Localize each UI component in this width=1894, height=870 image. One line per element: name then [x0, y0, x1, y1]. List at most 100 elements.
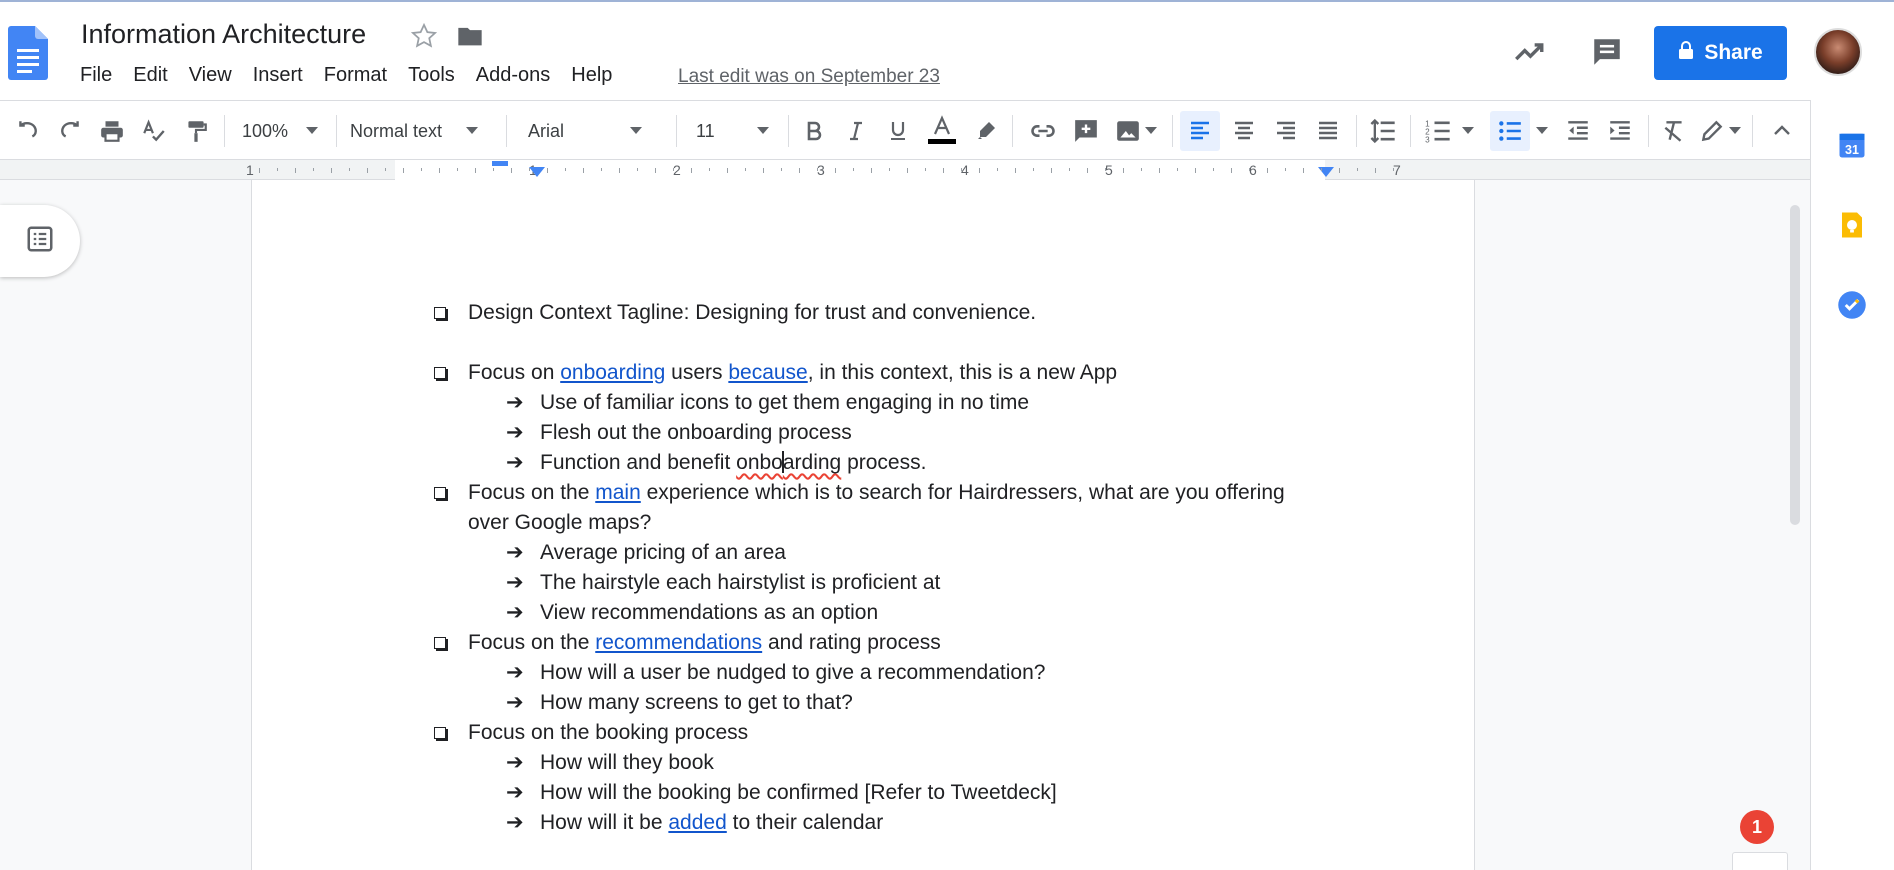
document-outline-button[interactable] — [0, 205, 80, 277]
list-item-text: Flesh out the onboarding process — [540, 421, 852, 444]
inline-link[interactable]: onboarding — [560, 361, 665, 384]
zoom-select[interactable]: 100% — [234, 101, 326, 161]
align-center-icon[interactable] — [1226, 101, 1262, 161]
document-page[interactable]: Design Context Tagline: Designing for tr… — [251, 180, 1475, 870]
ruler-tick — [1303, 168, 1304, 173]
ruler-tick — [1177, 168, 1178, 171]
ruler-tick — [1213, 168, 1214, 171]
ruler-tick — [871, 168, 872, 173]
list-item-text: over Google maps? — [468, 511, 652, 534]
bulleted-list-icon[interactable] — [1490, 111, 1530, 151]
font-select[interactable]: Arial — [528, 101, 666, 161]
bold-icon[interactable] — [796, 101, 832, 161]
highlight-color-icon[interactable] — [968, 101, 1004, 161]
spellcheck-icon[interactable] — [136, 101, 172, 161]
print-icon[interactable] — [94, 101, 130, 161]
menu-help[interactable]: Help — [571, 64, 612, 87]
menu-file[interactable]: File — [80, 64, 112, 87]
align-justify-icon[interactable] — [1310, 101, 1346, 161]
align-right-icon[interactable] — [1268, 101, 1304, 161]
ruler-number: 1 — [246, 162, 254, 178]
underline-icon[interactable] — [880, 101, 916, 161]
menu-edit[interactable]: Edit — [133, 64, 167, 87]
undo-icon[interactable] — [10, 101, 46, 161]
numbered-list-icon[interactable]: 123 — [1420, 101, 1478, 161]
ruler[interactable]: 1 1 2 3 4 5 6 7 — [0, 160, 1810, 180]
redo-icon[interactable] — [52, 101, 88, 161]
calendar-icon[interactable]: 31 — [1837, 130, 1867, 160]
editing-mode-icon[interactable] — [1694, 101, 1746, 161]
menu-add-ons[interactable]: Add-ons — [476, 64, 551, 87]
ruler-tick — [925, 168, 926, 171]
toolbar-divider — [788, 115, 789, 147]
ruler-tick — [619, 168, 620, 173]
title-icons — [410, 22, 484, 55]
star-icon[interactable] — [410, 22, 438, 55]
ruler-tick — [1051, 168, 1052, 173]
ruler-tick — [997, 168, 998, 171]
link-icon[interactable] — [1024, 101, 1062, 161]
document-title[interactable]: Information Architecture — [81, 19, 366, 50]
inline-link[interactable]: added — [668, 811, 726, 834]
paint-format-icon[interactable] — [178, 101, 214, 161]
ruler-tick — [367, 168, 368, 173]
bulleted-list-menu[interactable] — [1530, 101, 1554, 161]
tasks-icon[interactable] — [1837, 290, 1867, 320]
menu-tools[interactable]: Tools — [408, 64, 455, 87]
ruler-tick — [727, 168, 728, 173]
toolbar-divider — [1172, 115, 1173, 147]
list-item-text: Average pricing of an area — [540, 541, 786, 564]
paragraph-style-select[interactable]: Normal text — [350, 101, 496, 161]
ruler-tick — [763, 168, 764, 173]
explore-button[interactable] — [1732, 852, 1788, 870]
share-label: Share — [1704, 41, 1763, 64]
chevron-down-icon — [1145, 127, 1157, 135]
increase-indent-icon[interactable] — [1602, 101, 1638, 161]
ruler-number: 3 — [817, 162, 825, 178]
decrease-indent-icon[interactable] — [1560, 101, 1596, 161]
clear-formatting-icon[interactable] — [1656, 101, 1692, 161]
ruler-track: 1 1 2 3 4 5 6 7 — [246, 160, 1474, 180]
ruler-tick — [295, 168, 296, 173]
menu-format[interactable]: Format — [324, 64, 387, 87]
arrow-bullet-icon: ➔ — [506, 421, 524, 444]
ruler-tick — [853, 168, 854, 171]
collapse-menus-icon[interactable] — [1764, 101, 1800, 161]
inline-link[interactable]: main — [595, 481, 641, 504]
ruler-tick — [1069, 168, 1070, 171]
keep-icon[interactable] — [1837, 210, 1867, 240]
ruler-tick — [583, 168, 584, 173]
first-line-indent-marker[interactable] — [492, 161, 508, 166]
text-color-icon[interactable] — [922, 101, 962, 161]
ruler-tick — [1339, 168, 1340, 173]
ruler-tick — [1141, 168, 1142, 171]
activity-dashboard-icon[interactable] — [1512, 26, 1546, 78]
add-comment-icon[interactable] — [1068, 101, 1104, 161]
list-item-text: The hairstyle each hairstylist is profic… — [540, 571, 941, 594]
folder-icon[interactable] — [456, 22, 484, 55]
list-item-text: How will a user be nudged to give a reco… — [540, 661, 1046, 684]
line-spacing-icon[interactable] — [1364, 101, 1402, 161]
notification-badge[interactable]: 1 — [1740, 810, 1774, 844]
share-button[interactable]: Share — [1654, 26, 1787, 80]
ruler-tick — [835, 168, 836, 173]
font-size-select[interactable]: 11 — [696, 101, 780, 161]
menu-insert[interactable]: Insert — [253, 64, 303, 87]
checkbox-bullet-icon — [434, 727, 446, 739]
align-left-icon[interactable] — [1180, 111, 1220, 151]
inline-link[interactable]: because — [728, 361, 807, 384]
insert-image-icon[interactable] — [1110, 101, 1162, 161]
menu-view[interactable]: View — [189, 64, 232, 87]
left-indent-marker[interactable] — [529, 167, 545, 177]
avatar[interactable] — [1814, 28, 1862, 76]
last-edit-link[interactable]: Last edit was on September 23 — [678, 66, 940, 88]
italic-icon[interactable] — [838, 101, 874, 161]
list-item-text: How will the booking be confirmed [Refer… — [540, 781, 1057, 804]
inline-link[interactable]: recommendations — [595, 631, 762, 654]
toolbar-divider — [1410, 115, 1411, 147]
comments-icon[interactable] — [1590, 26, 1624, 78]
vertical-scrollbar[interactable] — [1790, 205, 1800, 525]
spelling-error[interactable]: onboarding — [736, 451, 841, 474]
docs-logo-icon[interactable] — [8, 26, 48, 80]
ruler-tick — [259, 168, 260, 173]
